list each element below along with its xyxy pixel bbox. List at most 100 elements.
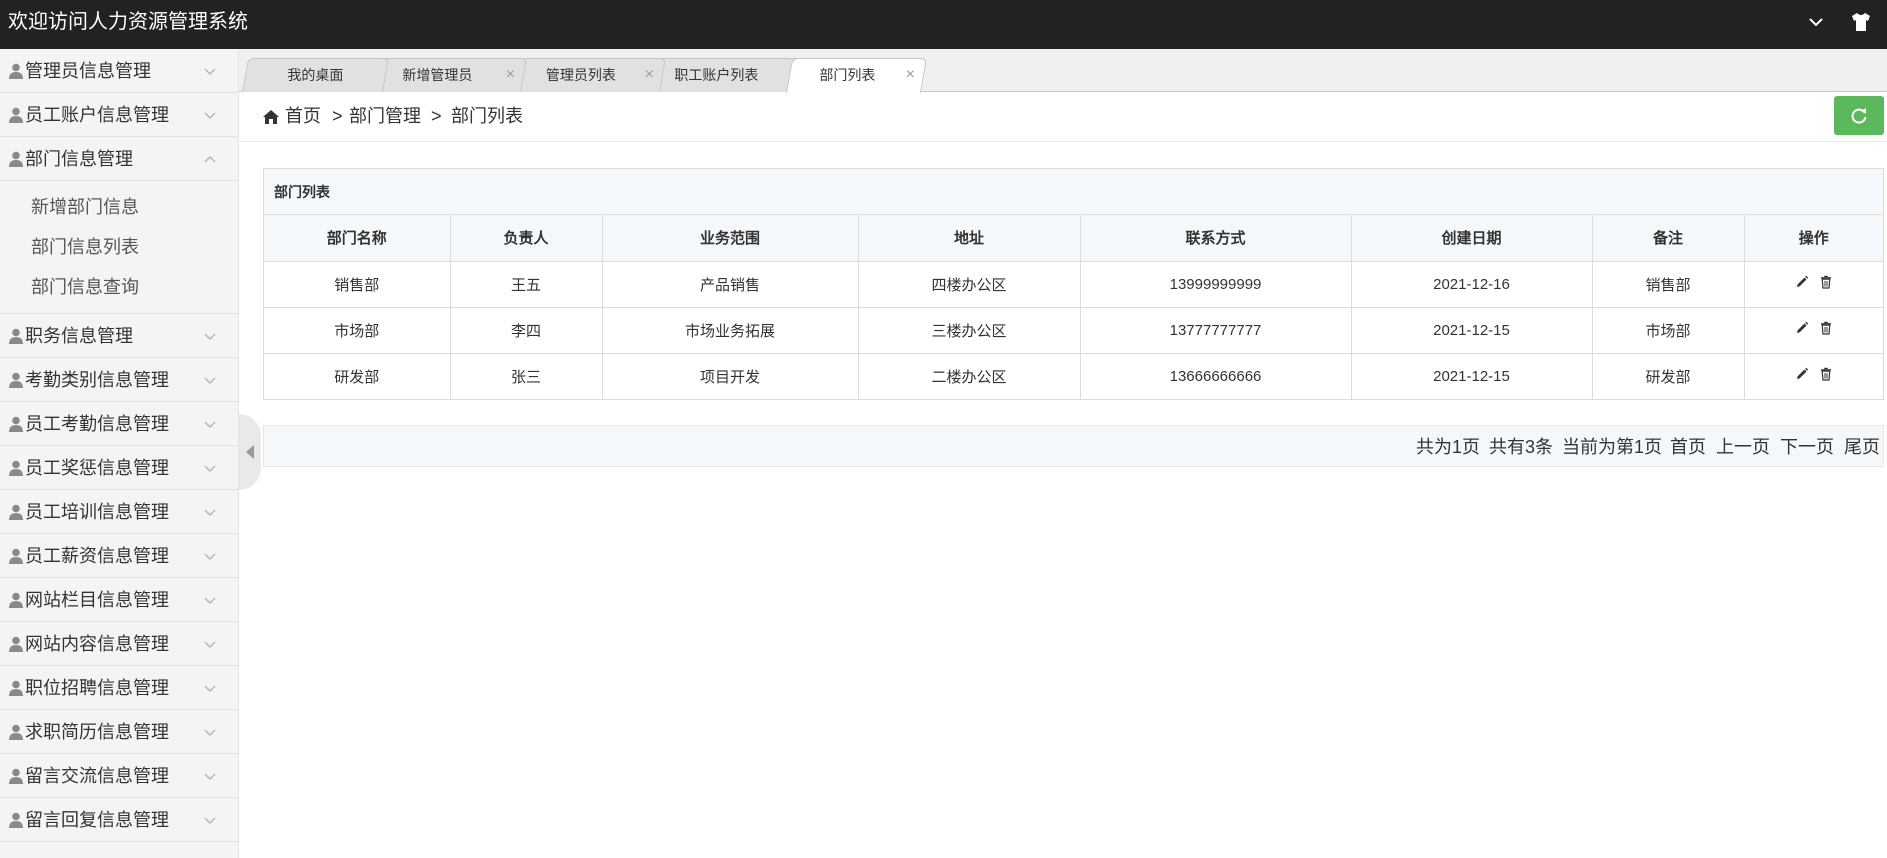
tabs-bar: 我的桌面新增管理员× 管理员列表 × 职工账户列表 × 部门列表 × bbox=[239, 49, 1887, 93]
trash-icon[interactable] bbox=[1819, 275, 1833, 289]
sidebar-item[interactable]: 职务信息管理 bbox=[0, 314, 238, 358]
sidebar-item-label: 职务信息管理 bbox=[25, 326, 133, 346]
breadcrumb: 首页 > 部门管理 > 部门列表 bbox=[239, 93, 1887, 142]
table-cell: 二楼办公区 bbox=[858, 353, 1081, 399]
breadcrumb-home[interactable]: 首页 bbox=[285, 105, 321, 127]
table-cell: 市场部 bbox=[1592, 307, 1745, 354]
sidebar-item-label: 员工奖惩信息管理 bbox=[25, 458, 169, 478]
sidebar-item-label: 网站内容信息管理 bbox=[25, 634, 169, 654]
table-cell: 13999999999 bbox=[1080, 261, 1352, 308]
person-icon bbox=[9, 636, 23, 652]
column-header: 操作 bbox=[1744, 215, 1883, 262]
sidebar-item[interactable]: 员工薪资信息管理 bbox=[0, 534, 238, 578]
sidebar-subitem[interactable]: 部门信息查询 bbox=[0, 267, 238, 307]
pager-next-link[interactable]: 下一页 bbox=[1780, 436, 1834, 458]
sidebar-item[interactable]: 留言回复信息管理 bbox=[0, 798, 238, 842]
tab[interactable]: 新增管理员 × bbox=[366, 58, 527, 92]
tab-label: 管理员列表 bbox=[545, 67, 616, 83]
edit-icon[interactable] bbox=[1795, 275, 1809, 289]
table-cell: 销售部 bbox=[264, 261, 451, 308]
chevron-down-icon bbox=[204, 641, 216, 648]
table-row: 研发部 张三 项目开发 二楼办公区 13666666666 2021-12-15 研发部 bbox=[264, 353, 1883, 399]
sidebar-item[interactable]: 员工培训信息管理 bbox=[0, 490, 238, 534]
sidebar-item[interactable]: 网站栏目信息管理 bbox=[0, 578, 238, 622]
sidebar-submenu: 新增部门信息 部门信息列表 部门信息查询 bbox=[0, 181, 238, 314]
sidebar-subitem[interactable]: 部门信息列表 bbox=[0, 227, 238, 267]
tab-close-icon[interactable]: × bbox=[645, 59, 654, 91]
sidebar-item-label: 留言回复信息管理 bbox=[25, 810, 169, 830]
person-icon bbox=[9, 63, 23, 79]
chevron-down-icon[interactable] bbox=[1805, 11, 1827, 33]
sidebar-collapse-toggle[interactable] bbox=[239, 414, 261, 490]
sidebar-item[interactable]: 员工账户信息管理 bbox=[0, 93, 238, 137]
tab[interactable]: 管理员列表 × bbox=[514, 58, 666, 92]
table-cell: 市场部 bbox=[264, 307, 451, 354]
department-list-panel: 部门列表 部门名称 负责人 业务范围 地址 联系方式 创建日期 备注 操作 销售部 王五 产品销售… bbox=[263, 168, 1884, 400]
sidebar-item-label: 员工考勤信息管理 bbox=[25, 414, 169, 434]
row-actions bbox=[1744, 307, 1883, 354]
department-table: 部门名称 负责人 业务范围 地址 联系方式 创建日期 备注 操作 销售部 王五 产品销售 四楼办公区… bbox=[264, 215, 1883, 399]
sidebar-item[interactable]: 员工考勤信息管理 bbox=[0, 402, 238, 446]
sidebar-item[interactable]: 职位招聘信息管理 bbox=[0, 666, 238, 710]
top-header: 欢迎访问人力资源管理系统 bbox=[0, 0, 1887, 49]
tab[interactable]: 我的桌面 bbox=[242, 58, 389, 92]
table-cell: 2021-12-15 bbox=[1351, 307, 1593, 354]
sidebar-item[interactable]: 考勤类别信息管理 bbox=[0, 358, 238, 402]
chevron-down-icon bbox=[204, 509, 216, 516]
tab-label: 职工账户列表 bbox=[674, 67, 759, 83]
column-header: 创建日期 bbox=[1351, 215, 1593, 262]
table-header-row: 部门名称 负责人 业务范围 地址 联系方式 创建日期 备注 操作 bbox=[264, 215, 1883, 262]
edit-icon[interactable] bbox=[1795, 321, 1809, 335]
pager-total-records: 共有3条 bbox=[1489, 437, 1554, 457]
sidebar-item[interactable]: 求职简历信息管理 bbox=[0, 710, 238, 754]
tab[interactable]: 部门列表 × bbox=[785, 58, 928, 93]
breadcrumb-level1[interactable]: 部门管理 bbox=[349, 105, 421, 127]
chevron-down-icon bbox=[204, 773, 216, 780]
column-header: 地址 bbox=[858, 215, 1081, 262]
table-cell: 产品销售 bbox=[602, 261, 859, 308]
sidebar-subitem[interactable]: 新增部门信息 bbox=[0, 187, 238, 227]
pager-prev-link[interactable]: 上一页 bbox=[1716, 436, 1770, 458]
column-header: 负责人 bbox=[450, 215, 603, 262]
person-icon bbox=[9, 768, 23, 784]
sidebar-item-label: 员工账户信息管理 bbox=[25, 105, 169, 125]
sidebar-item[interactable]: 部门信息管理 bbox=[0, 137, 238, 181]
refresh-button[interactable] bbox=[1834, 96, 1884, 135]
edit-icon[interactable] bbox=[1795, 367, 1809, 381]
chevron-down-icon bbox=[204, 465, 216, 472]
table-row: 市场部 李四 市场业务拓展 三楼办公区 13777777777 2021-12-15 市场部 bbox=[264, 307, 1883, 354]
row-actions bbox=[1744, 353, 1883, 399]
column-header: 联系方式 bbox=[1080, 215, 1352, 262]
pager-current: 当前为第1页 bbox=[1562, 437, 1663, 457]
sidebar-item-label: 求职简历信息管理 bbox=[25, 722, 169, 742]
sidebar-item[interactable]: 网站内容信息管理 bbox=[0, 622, 238, 666]
sidebar-item[interactable]: 员工奖惩信息管理 bbox=[0, 446, 238, 490]
tab-label: 部门列表 bbox=[819, 67, 876, 83]
pager-last-link[interactable]: 尾页 bbox=[1844, 436, 1880, 458]
sidebar-item-label: 管理员信息管理 bbox=[25, 61, 151, 81]
table-cell: 张三 bbox=[450, 353, 603, 399]
tab-close-icon[interactable]: × bbox=[906, 59, 915, 91]
column-header: 业务范围 bbox=[602, 215, 859, 262]
tab-close-icon[interactable]: × bbox=[506, 59, 515, 91]
chevron-down-icon bbox=[204, 377, 216, 384]
person-icon bbox=[9, 724, 23, 740]
chevron-down-icon bbox=[204, 333, 216, 340]
person-icon bbox=[9, 812, 23, 828]
tab[interactable]: 职工账户列表 × bbox=[641, 58, 810, 92]
sidebar-item[interactable]: 留言交流信息管理 bbox=[0, 754, 238, 798]
sidebar-item-label: 部门信息管理 bbox=[25, 149, 133, 169]
chevron-down-icon bbox=[204, 421, 216, 428]
chevron-down-icon bbox=[204, 597, 216, 604]
person-icon bbox=[9, 680, 23, 696]
table-cell: 市场业务拓展 bbox=[602, 307, 859, 354]
trash-icon[interactable] bbox=[1819, 367, 1833, 381]
app-title: 欢迎访问人力资源管理系统 bbox=[8, 11, 248, 33]
table-cell: 研发部 bbox=[1592, 353, 1745, 399]
sidebar-item-label: 职位招聘信息管理 bbox=[25, 678, 169, 698]
shirt-icon[interactable] bbox=[1849, 10, 1873, 34]
pager-first-link[interactable]: 首页 bbox=[1670, 436, 1706, 458]
trash-icon[interactable] bbox=[1819, 321, 1833, 335]
sidebar-item[interactable]: 管理员信息管理 bbox=[0, 49, 238, 93]
table-cell: 项目开发 bbox=[602, 353, 859, 399]
